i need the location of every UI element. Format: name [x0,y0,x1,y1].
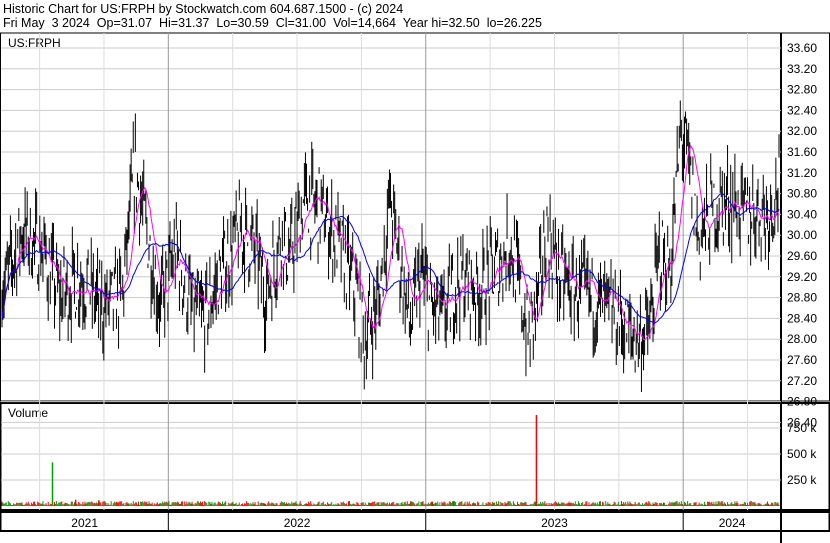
price-tick-label: 29.60 [787,249,817,263]
price-tick-label: 30.00 [787,228,817,242]
price-tick-label: 33.20 [787,62,817,76]
price-tick-label: 28.00 [787,332,817,346]
volume-tick-label: 250 k [787,473,817,487]
year-label: 2023 [541,516,568,530]
year-axis-frame [0,511,830,532]
price-tick-label: 27.60 [787,353,817,367]
volume-panel-frame [0,402,830,511]
year-label: 2022 [284,516,311,530]
price-tick-label: 27.20 [787,374,817,388]
price-tick-label: 32.80 [787,83,817,97]
price-tick-label: 26.80 [787,395,817,409]
price-volume-chart: US:FRPH Volume 33.6033.2032.8032.4032.00… [0,32,830,543]
price-tick-label: 32.40 [787,103,817,117]
price-tick-label: 30.40 [787,207,817,221]
price-tick-label: 33.60 [787,41,817,55]
year-label: 2024 [719,516,746,530]
volume-label: Volume [8,406,48,420]
price-tick-label: 32.00 [787,124,817,138]
price-tick-label: 29.20 [787,270,817,284]
price-tick-label: 30.80 [787,187,817,201]
volume-tick-label: 500 k [787,447,817,461]
year-label: 2021 [71,516,98,530]
price-tick-label: 28.80 [787,291,817,305]
chart-window: Historic Chart for US:FRPH by Stockwatch… [0,0,830,543]
price-tick-label: 28.40 [787,311,817,325]
price-tick-label: 31.20 [787,166,817,180]
price-tick-label: 31.60 [787,145,817,159]
volume-tick-label: 750 k [787,421,817,435]
